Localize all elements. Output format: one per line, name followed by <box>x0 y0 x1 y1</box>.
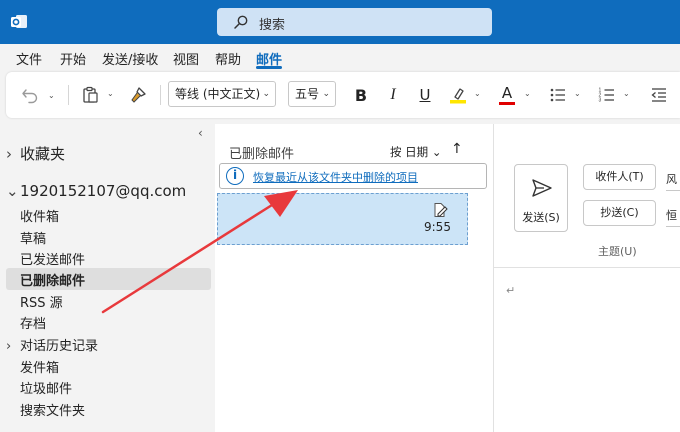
send-button[interactable]: 发送(S) <box>514 164 568 232</box>
folder-outbox[interactable]: 发件箱 <box>20 357 59 376</box>
favorites-group[interactable]: › 收藏夹 <box>6 143 65 164</box>
to-recipient-text[interactable]: 风 <box>666 171 677 187</box>
numbering-dropdown-icon[interactable]: ⌄ <box>623 89 630 98</box>
tab-home[interactable]: 开始 <box>60 49 86 68</box>
info-icon: i <box>226 167 244 185</box>
tab-file[interactable]: 文件 <box>16 49 42 68</box>
tab-view[interactable]: 视图 <box>173 49 199 68</box>
bullet-list-icon <box>550 88 565 102</box>
folder-sent[interactable]: 已发送邮件 <box>20 249 85 268</box>
chevron-down-icon: ⌄ <box>262 89 270 99</box>
to-field-underline <box>666 190 680 191</box>
folder-deleted[interactable]: 已删除邮件 <box>20 270 85 289</box>
send-icon <box>532 179 552 197</box>
undo-icon <box>22 89 38 104</box>
folder-inbox[interactable]: 收件箱 <box>20 206 59 225</box>
tab-help[interactable]: 帮助 <box>215 49 241 68</box>
chevron-right-icon: › <box>6 145 12 163</box>
font-name-value: 等线 (中文正文) <box>175 87 261 101</box>
compose-pane: 发送(S) 收件人(T) 抄送(C) 风 恒 主题(U) ↵ <box>494 124 680 432</box>
decrease-indent-button[interactable] <box>648 72 670 118</box>
folder-archive[interactable]: 存档 <box>20 313 46 332</box>
bullets-button[interactable] <box>547 72 569 118</box>
recover-deleted-link[interactable]: 恢复最近从该文件夹中删除的项目 <box>253 169 418 185</box>
paintbrush-icon <box>131 87 146 103</box>
message-time: 9:55 <box>424 220 451 234</box>
recover-deleted-bar: i 恢复最近从该文件夹中删除的项目 <box>219 163 487 189</box>
font-color-dropdown-icon[interactable]: ⌄ <box>524 89 531 98</box>
folder-conversation-history-label: 对话历史记录 <box>20 339 99 354</box>
paragraph-mark[interactable]: ↵ <box>506 284 515 297</box>
paste-button[interactable] <box>78 72 102 118</box>
outlook-logo-icon[interactable] <box>10 13 28 31</box>
ribbon-divider <box>160 85 161 105</box>
chevron-down-icon: ⌄ <box>322 89 330 99</box>
paste-dropdown-icon[interactable]: ⌄ <box>107 89 114 98</box>
font-name-select[interactable]: 等线 (中文正文) ⌄ <box>168 81 276 107</box>
search-placeholder: 搜索 <box>259 18 286 33</box>
numbered-list-icon: 1 2 3 <box>599 88 614 104</box>
folder-rss[interactable]: RSS 源 <box>20 292 63 311</box>
chevron-down-icon: ⌄ <box>431 145 442 159</box>
undo-dropdown-icon[interactable]: ⌄ <box>48 91 55 100</box>
list-item[interactable]: 9:55 <box>217 193 468 245</box>
clipboard-icon <box>83 86 98 103</box>
font-size-value: 五号 <box>295 87 320 101</box>
cc-field-underline <box>666 226 680 227</box>
sort-by-date-button[interactable]: 按 日期 ⌄ <box>390 144 441 160</box>
folder-junk[interactable]: 垃圾邮件 <box>20 378 72 397</box>
compose-divider <box>494 267 680 268</box>
underline-button[interactable]: U <box>414 72 436 118</box>
menu-bar: 文件 开始 发送/接收 视图 帮助 邮件 <box>0 44 680 70</box>
font-size-select[interactable]: 五号 ⌄ <box>288 81 336 107</box>
folder-drafts[interactable]: 草稿 <box>20 228 46 247</box>
tab-send-receive[interactable]: 发送/接收 <box>102 49 158 68</box>
font-color-swatch <box>499 101 515 105</box>
search-input[interactable]: 搜索 <box>217 8 492 36</box>
title-bar: 搜索 <box>0 0 680 44</box>
cc-button[interactable]: 抄送(C) <box>583 200 656 226</box>
svg-text:3: 3 <box>599 98 602 104</box>
bullets-dropdown-icon[interactable]: ⌄ <box>574 89 581 98</box>
ribbon-divider <box>68 85 69 105</box>
italic-button[interactable]: I <box>382 72 404 118</box>
draft-edit-icon <box>434 203 448 217</box>
send-label: 发送(S) <box>522 211 560 224</box>
undo-button[interactable] <box>18 72 42 118</box>
highlight-button[interactable] <box>447 72 469 118</box>
chevron-down-icon: ⌄ <box>6 182 19 200</box>
numbering-button[interactable]: 1 2 3 <box>596 72 618 118</box>
highlighter-icon <box>450 88 466 104</box>
to-button[interactable]: 收件人(T) <box>583 164 656 190</box>
folder-pane: ‹ › 收藏夹 ⌄1920152107@qq.com 收件箱 草稿 已发送邮件 已… <box>0 124 215 432</box>
message-list-title: 已删除邮件 <box>229 147 295 162</box>
account-group[interactable]: ⌄1920152107@qq.com <box>6 182 186 200</box>
ribbon-toolbar: ⌄ ⌄ 等线 (中文正文) ⌄ 五号 ⌄ B I U ⌄ A ⌄ ⌄ 1 2 3… <box>6 72 680 118</box>
account-label: 1920152107@qq.com <box>20 182 187 200</box>
format-painter-button[interactable] <box>126 72 150 118</box>
sort-direction-icon[interactable]: ↑ <box>451 141 463 157</box>
favorites-label: 收藏夹 <box>20 145 66 163</box>
font-color-label: A <box>501 83 513 102</box>
message-list: 已删除邮件 按 日期 ⌄ ↑ i 恢复最近从该文件夹中删除的项目 9:55 <box>215 124 493 432</box>
folder-conversation-history[interactable]: › 对话历史记录 <box>6 335 98 354</box>
highlight-dropdown-icon[interactable]: ⌄ <box>474 89 481 98</box>
outdent-icon <box>651 88 666 102</box>
sort-label: 按 日期 <box>390 145 429 159</box>
collapse-pane-icon[interactable]: ‹ <box>198 126 203 140</box>
active-tab-indicator <box>256 66 282 69</box>
subject-label: 主题(U) <box>598 245 637 258</box>
chevron-right-icon: › <box>6 339 12 354</box>
cc-recipient-text[interactable]: 恒 <box>666 207 677 223</box>
search-icon <box>234 15 248 29</box>
folder-search[interactable]: 搜索文件夹 <box>20 400 85 419</box>
bold-button[interactable]: B <box>350 72 372 118</box>
font-color-button[interactable]: A <box>496 72 518 118</box>
